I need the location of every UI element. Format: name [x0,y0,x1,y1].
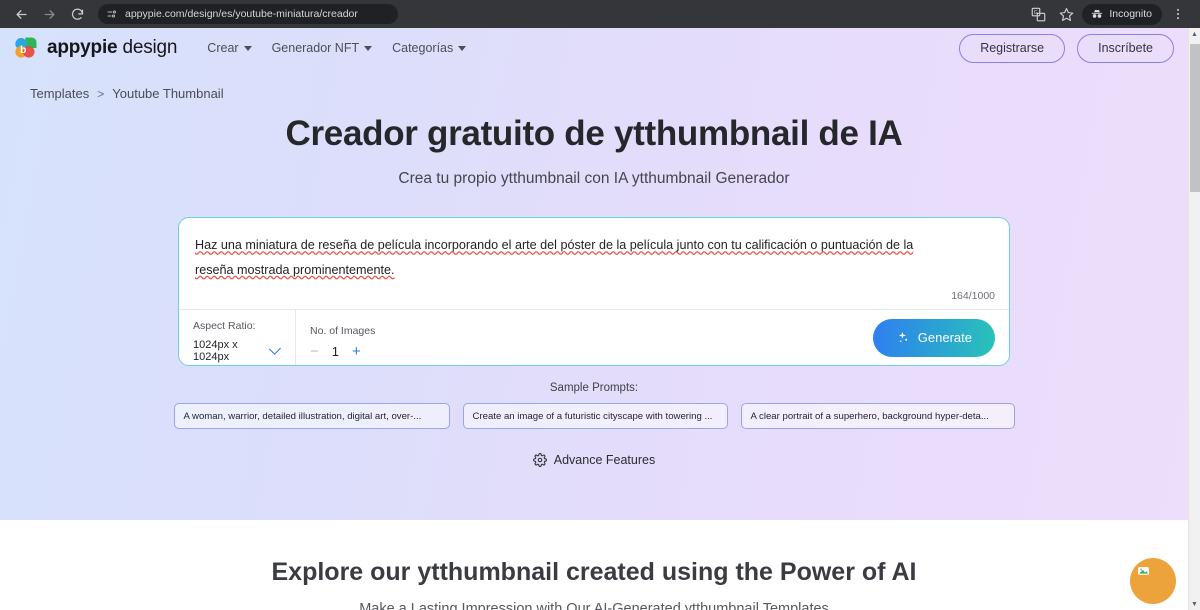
sample-prompt-chip[interactable]: A woman, warrior, detailed illustration,… [173,403,450,430]
nav-item-crear[interactable]: Crear [207,41,252,55]
page-subtitle: Crea tu propio ytthumbnail con IA ytthum… [398,170,790,187]
translate-icon[interactable]: G [1026,2,1050,26]
aspect-ratio-control[interactable]: Aspect Ratio: 1024px x 1024px [179,310,296,366]
reload-icon[interactable] [64,1,90,27]
logo-product: design [122,37,178,58]
increment-button[interactable]: + [352,344,361,359]
generate-button[interactable]: Generate [872,318,995,357]
card-controls: Aspect Ratio: 1024px x 1024px No. of Ima… [179,309,1009,366]
svg-text:b: b [20,44,26,56]
chevron-down-icon [243,45,252,51]
prompt-line-1: Haz una miniatura de reseña de película … [195,238,914,252]
images-count-label: No. of Images [310,324,376,337]
nav-label: Categorías [392,41,454,55]
prompt-line-2: reseña mostrada prominentemente. [195,262,395,277]
aspect-ratio-value: 1024px x 1024px [193,339,238,364]
page-title: Creador gratuito de ytthumbnail de IA [285,114,903,153]
url-text: appypie.com/design/es/youtube-miniatura/… [125,8,358,20]
breadcrumb-current[interactable]: Youtube Thumbnail [112,86,223,101]
nav-item-categorias[interactable]: Categorías [392,41,467,55]
address-bar[interactable]: appypie.com/design/es/youtube-miniatura/… [98,4,398,24]
aspect-ratio-select[interactable]: 1024px x 1024px [193,339,282,364]
scroll-up-arrow-icon[interactable]: ▲ [1189,28,1200,40]
vertical-scrollbar[interactable]: ▲ ▼ [1188,28,1200,610]
sample-prompt-chip[interactable]: Create an image of a futuristic cityscap… [462,403,728,430]
breadcrumb-templates[interactable]: Templates [30,86,89,101]
page-info-icon [107,10,116,18]
decrement-button[interactable]: − [310,344,319,359]
browser-toolbar: appypie.com/design/es/youtube-miniatura/… [0,0,1200,28]
explore-title: Explore our ytthumbnail created using th… [271,558,917,586]
logo-brand: appypie [47,37,118,58]
incognito-icon [1092,9,1103,18]
star-icon[interactable] [1054,2,1078,26]
images-count-value: 1 [331,343,339,359]
site-logo[interactable]: b appypie design [12,34,177,62]
character-counter: 164/1000 [951,290,995,303]
main-nav: Crear Generador NFT Categorías [207,41,467,55]
advance-features-link[interactable]: Advance Features [0,453,1188,467]
aspect-ratio-label: Aspect Ratio: [193,320,256,333]
explore-section: Explore our ytthumbnail created using th… [0,520,1188,610]
breadcrumb-separator: > [97,86,105,101]
scrollbar-thumb[interactable] [1190,44,1200,192]
chevron-down-icon [364,45,373,51]
quantity-stepper: − 1 + [310,344,375,359]
scroll-down-arrow-icon[interactable]: ▼ [1189,598,1200,610]
chevron-down-icon [458,45,467,51]
sparkle-icon [898,331,907,342]
hero-section: b appypie design Crear Generador NFT Cat [0,28,1188,520]
incognito-indicator[interactable]: Incognito [1082,3,1162,25]
generate-label: Generate [917,330,972,346]
nav-item-generador-nft[interactable]: Generador NFT [272,41,373,55]
page-viewport: b appypie design Crear Generador NFT Cat [0,28,1200,610]
register-button[interactable]: Registrarse [959,33,1066,63]
explore-subtitle: Make a Lasting Impression with Our AI-Ge… [359,601,829,610]
incognito-label: Incognito [1109,8,1152,20]
sample-prompts-label: Sample Prompts: [549,382,639,395]
gear-icon [532,453,547,467]
appypie-logo-icon: b [12,34,40,62]
sample-prompt-chip[interactable]: A clear portrait of a superhero, backgro… [740,403,1015,430]
signup-button[interactable]: Inscríbete [1077,33,1174,63]
back-icon[interactable] [8,1,34,27]
images-count-control: No. of Images − 1 + [296,310,391,365]
three-dot-menu-icon[interactable] [1166,2,1190,26]
header-actions: Registrarse Inscríbete [959,33,1174,63]
advance-features-label: Advance Features [553,453,656,468]
chat-widget-button[interactable] [1130,558,1176,604]
prompt-textarea[interactable]: Haz una miniatura de reseña de película … [179,218,1009,282]
chevron-down-icon [269,342,282,355]
chat-widget-icon [1137,565,1150,580]
breadcrumb: Templates > Youtube Thumbnail [0,68,1188,101]
forward-icon[interactable] [36,1,62,27]
nav-label: Generador NFT [271,41,360,55]
sample-prompts-list: A woman, warrior, detailed illustration,… [0,403,1188,430]
prompt-card: Haz una miniatura de reseña de película … [178,217,1010,367]
logo-text: appypie design [47,37,177,59]
nav-label: Crear [207,41,239,55]
site-header: b appypie design Crear Generador NFT Cat [0,28,1188,68]
